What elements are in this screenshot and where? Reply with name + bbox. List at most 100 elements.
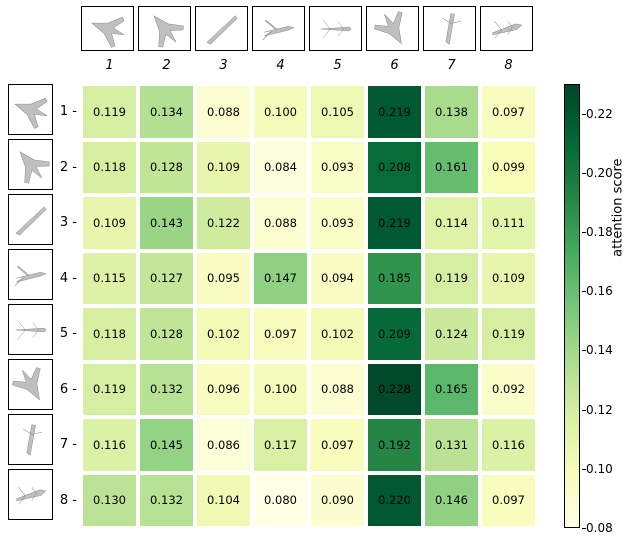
heatmap-cell: 0.165	[423, 362, 480, 418]
airplane-icon	[371, 10, 415, 48]
heatmap-cell: 0.093	[309, 140, 366, 196]
airplane-icon	[12, 89, 50, 131]
heatmap-cell: 0.119	[81, 84, 138, 140]
row-thumbnails	[8, 84, 53, 520]
airplane-icon	[485, 10, 529, 48]
row-thumb-4	[8, 249, 53, 300]
heatmap-cell: 0.097	[480, 473, 537, 529]
colorbar-gradient	[564, 84, 580, 528]
heatmap-cell: 0.100	[252, 362, 309, 418]
heatmap: 0.1190.1340.0880.1000.1050.2190.1380.097…	[81, 84, 537, 531]
heatmap-cell: 0.145	[138, 417, 195, 473]
heatmap-cell: 0.128	[138, 306, 195, 362]
heatmap-cell: 0.097	[480, 84, 537, 140]
heatmap-cell: 0.109	[195, 140, 252, 196]
row-thumb-7	[8, 414, 53, 465]
row-thumb-5	[8, 304, 53, 355]
heatmap-cell: 0.119	[423, 251, 480, 307]
heatmap-cell: 0.132	[138, 473, 195, 529]
row-thumb-6	[8, 359, 53, 410]
heatmap-cell: 0.118	[81, 306, 138, 362]
heatmap-cell: 0.117	[252, 417, 309, 473]
col-label: 3	[195, 58, 252, 78]
heatmap-cell: 0.114	[423, 195, 480, 251]
airplane-icon	[12, 419, 50, 461]
heatmap-cell: 0.111	[480, 195, 537, 251]
heatmap-cell: 0.132	[138, 362, 195, 418]
col-label: 6	[366, 58, 423, 78]
heatmap-cell: 0.220	[366, 473, 423, 529]
colorbar-tick: 0.12	[586, 403, 613, 417]
col-label: 8	[480, 58, 537, 78]
heatmap-cell: 0.219	[366, 84, 423, 140]
heatmap-cell: 0.102	[195, 306, 252, 362]
heatmap-cell: 0.080	[252, 473, 309, 529]
col-thumb-4	[252, 6, 305, 51]
heatmap-cell: 0.147	[252, 251, 309, 307]
airplane-icon	[86, 10, 130, 48]
heatmap-cell: 0.088	[309, 362, 366, 418]
airplane-icon	[257, 10, 301, 48]
airplane-icon	[200, 10, 244, 48]
row-label: 3 -	[55, 195, 81, 251]
heatmap-cell: 0.084	[252, 140, 309, 196]
row-thumb-1	[8, 84, 53, 135]
col-label: 4	[252, 58, 309, 78]
colorbar-tick: 0.20	[586, 166, 613, 180]
heatmap-cell: 0.146	[423, 473, 480, 529]
heatmap-cell: 0.185	[366, 251, 423, 307]
heatmap-cell: 0.131	[423, 417, 480, 473]
heatmap-cell: 0.119	[81, 362, 138, 418]
heatmap-cell: 0.122	[195, 195, 252, 251]
colorbar-ticks: 0.080.100.120.140.160.180.200.22	[582, 84, 622, 528]
colorbar	[564, 84, 580, 528]
row-label: 4 -	[55, 251, 81, 307]
row-label: 7 -	[55, 417, 81, 473]
heatmap-cell: 0.099	[480, 140, 537, 196]
airplane-icon	[314, 10, 358, 48]
colorbar-label: attention score	[611, 158, 626, 256]
heatmap-cell: 0.143	[138, 195, 195, 251]
col-thumb-6	[366, 6, 419, 51]
heatmap-cell: 0.102	[309, 306, 366, 362]
row-label: 1 -	[55, 84, 81, 140]
col-thumb-8	[480, 6, 533, 51]
row-axis-labels: 1 - 2 - 3 - 4 - 5 - 6 - 7 - 8 -	[55, 84, 81, 528]
row-label: 8 -	[55, 473, 81, 529]
airplane-icon	[428, 10, 472, 48]
heatmap-cell: 0.128	[138, 140, 195, 196]
heatmap-cell: 0.124	[423, 306, 480, 362]
col-thumb-5	[309, 6, 362, 51]
col-label: 5	[309, 58, 366, 78]
row-thumb-3	[8, 194, 53, 245]
heatmap-cell: 0.116	[81, 417, 138, 473]
heatmap-cell: 0.219	[366, 195, 423, 251]
row-thumb-8	[8, 469, 53, 520]
col-thumb-7	[423, 6, 476, 51]
heatmap-cell: 0.096	[195, 362, 252, 418]
heatmap-cell: 0.109	[81, 195, 138, 251]
column-axis-labels: 1 2 3 4 5 6 7 8	[81, 58, 537, 78]
column-thumbnails	[81, 6, 533, 51]
heatmap-cell: 0.228	[366, 362, 423, 418]
heatmap-cell: 0.208	[366, 140, 423, 196]
heatmap-cell: 0.090	[309, 473, 366, 529]
col-thumb-3	[195, 6, 248, 51]
heatmap-cell: 0.118	[81, 140, 138, 196]
heatmap-cell: 0.192	[366, 417, 423, 473]
col-thumb-1	[81, 6, 134, 51]
heatmap-cell: 0.088	[252, 195, 309, 251]
colorbar-tick: 0.18	[586, 225, 613, 239]
heatmap-cell: 0.095	[195, 251, 252, 307]
heatmap-cell: 0.119	[480, 306, 537, 362]
airplane-icon	[12, 144, 50, 186]
colorbar-tick: 0.22	[586, 107, 613, 121]
heatmap-cell: 0.097	[309, 417, 366, 473]
heatmap-cell: 0.104	[195, 473, 252, 529]
figure: 1 2 3 4 5 6 7 8 1 - 2 - 3 - 4 - 5 - 6 - …	[0, 0, 640, 537]
col-label: 7	[423, 58, 480, 78]
heatmap-cell: 0.097	[252, 306, 309, 362]
heatmap-cell: 0.093	[309, 195, 366, 251]
airplane-icon	[12, 309, 50, 351]
heatmap-cell: 0.134	[138, 84, 195, 140]
